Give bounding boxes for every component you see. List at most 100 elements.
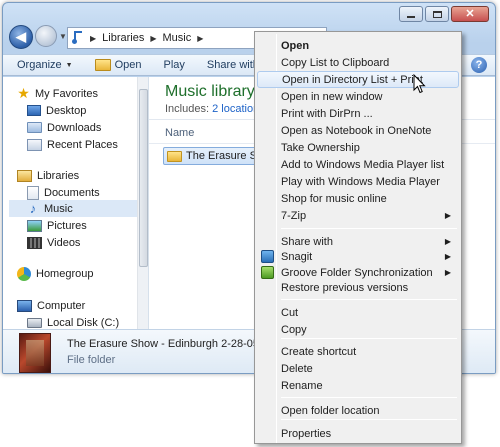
menu-item-copy[interactable]: Copy	[257, 321, 459, 338]
menu-item-shop-for-music-online[interactable]: Shop for music online	[257, 190, 459, 207]
breadcrumb-separator-icon[interactable]: ▶	[197, 34, 203, 43]
music-library-icon	[72, 31, 84, 45]
library-title: Music library	[165, 83, 255, 100]
close-icon: ✕	[465, 7, 475, 20]
libraries-header[interactable]: Libraries	[17, 167, 79, 184]
sidebar-item-label: Pictures	[47, 219, 87, 232]
sidebar-item-music[interactable]: ♪ Music	[9, 200, 137, 217]
maximize-icon	[432, 10, 442, 18]
menu-item-snagit[interactable]: Snagit ▶	[257, 248, 459, 265]
sidebar-item-homegroup[interactable]: Homegroup	[17, 265, 93, 282]
favorites-header-label: My Favorites	[35, 87, 98, 100]
menu-item-label: 7-Zip	[281, 209, 307, 222]
menu-item-copy-list-to-clipboard[interactable]: Copy List to Clipboard	[257, 54, 459, 71]
menu-item-label: Take Ownership	[281, 141, 360, 154]
menu-item-open-folder-location[interactable]: Open folder location	[257, 402, 459, 419]
maximize-button[interactable]	[425, 6, 449, 22]
navpane-scrollbar[interactable]	[137, 77, 148, 329]
menu-item-rename[interactable]: Rename	[257, 377, 459, 394]
help-icon[interactable]: ?	[471, 57, 487, 73]
menu-item-open-in-directory-list-print[interactable]: Open in Directory List + Print	[257, 71, 459, 88]
library-includes: Includes: 2 locations	[165, 103, 265, 115]
libraries-header-label: Libraries	[37, 169, 80, 182]
menu-item-print-with-dirprn[interactable]: Print with DirPrn ...	[257, 105, 459, 122]
breadcrumb-separator-icon[interactable]: ▶	[90, 34, 96, 43]
sidebar-item-desktop[interactable]: Desktop	[27, 102, 86, 119]
menu-item-label: Add to Windows Media Player list	[281, 158, 445, 171]
menu-separator	[281, 397, 457, 398]
menu-separator	[281, 228, 457, 229]
back-button[interactable]: ◀	[9, 25, 33, 49]
menu-item-label: Properties	[281, 427, 332, 440]
album-art-thumbnail	[19, 333, 51, 373]
menu-separator	[281, 299, 457, 300]
open-button[interactable]: Open	[94, 59, 142, 71]
column-header-name[interactable]: Name	[165, 127, 194, 139]
forward-button[interactable]	[35, 25, 57, 47]
star-icon: ★	[17, 85, 30, 101]
menu-item-restore-previous-versions[interactable]: Restore previous versions	[257, 279, 459, 296]
homegroup-icon	[17, 266, 31, 281]
sidebar-item-label: Local Disk (C:)	[47, 316, 120, 329]
sidebar-item-videos[interactable]: Videos	[27, 234, 80, 251]
play-button[interactable]: Play	[164, 59, 185, 71]
folder-icon	[94, 59, 111, 71]
menu-item-play-with-windows-media-player[interactable]: Play with Windows Media Player	[257, 173, 459, 190]
minimize-button[interactable]	[399, 6, 423, 22]
sidebar-item-recent-places[interactable]: Recent Places	[27, 136, 118, 153]
breadcrumb-libraries[interactable]: Libraries	[102, 32, 144, 44]
minimize-icon	[407, 16, 415, 18]
menu-item-label: Restore previous versions	[281, 281, 409, 294]
menu-item-label: Open in new window	[281, 90, 383, 103]
menu-item-open-in-new-window[interactable]: Open in new window	[257, 88, 459, 105]
breadcrumb-separator-icon[interactable]: ▶	[150, 34, 156, 43]
menu-item-label: Delete	[281, 362, 313, 375]
menu-item-label: Play with Windows Media Player	[281, 175, 440, 188]
libraries-icon	[17, 169, 32, 182]
menu-item-open-as-notebook-in-onenote[interactable]: Open as Notebook in OneNote	[257, 122, 459, 139]
menu-item-open[interactable]: Open	[257, 37, 459, 54]
menu-separator	[281, 338, 457, 339]
menu-item-create-shortcut[interactable]: Create shortcut	[257, 343, 459, 360]
documents-icon	[27, 185, 39, 200]
sidebar-item-computer[interactable]: Computer	[17, 297, 85, 314]
sidebar-item-label: Videos	[47, 236, 81, 249]
menu-item-label: Create shortcut	[281, 345, 357, 358]
submenu-arrow-icon: ▶	[444, 211, 451, 220]
play-label: Play	[163, 59, 185, 71]
menu-item-delete[interactable]: Delete	[257, 360, 459, 377]
sidebar-item-documents[interactable]: Documents	[27, 184, 100, 201]
submenu-arrow-icon: ▶	[444, 268, 451, 277]
includes-label: Includes:	[165, 103, 210, 115]
menu-item-cut[interactable]: Cut	[257, 304, 459, 321]
breadcrumb-music[interactable]: Music	[163, 32, 192, 44]
menu-item-take-ownership[interactable]: Take Ownership	[257, 139, 459, 156]
submenu-arrow-icon: ▶	[444, 252, 451, 261]
mouse-cursor-icon	[413, 74, 426, 94]
back-arrow-icon: ◀	[16, 29, 26, 44]
menu-separator	[281, 419, 457, 420]
details-title: The Erasure Show - Edinburgh 2-28-05 D	[67, 338, 270, 350]
menu-item-7-zip[interactable]: 7-Zip ▶	[257, 207, 459, 224]
sidebar-item-label: Computer	[37, 299, 86, 312]
favorites-header[interactable]: ★ My Favorites	[17, 85, 98, 102]
organize-label: Organize	[17, 59, 62, 71]
menu-item-properties[interactable]: Properties	[257, 425, 459, 442]
desktop-icon	[27, 105, 41, 116]
menu-item-label: Print with DirPrn ...	[281, 107, 373, 120]
scrollbar-thumb[interactable]	[139, 89, 148, 267]
organize-button[interactable]: Organize ▼	[17, 59, 73, 71]
downloads-folder-icon	[27, 122, 42, 133]
menu-item-label: Groove Folder Synchronization	[281, 266, 433, 279]
menu-item-add-to-windows-media-player-list[interactable]: Add to Windows Media Player list	[257, 156, 459, 173]
sidebar-item-pictures[interactable]: Pictures	[27, 217, 87, 234]
computer-icon	[17, 299, 32, 312]
recent-places-icon	[27, 138, 42, 151]
videos-icon	[27, 236, 42, 249]
sidebar-item-downloads[interactable]: Downloads	[27, 119, 101, 136]
open-label: Open	[114, 59, 142, 71]
music-note-icon: ♪	[29, 200, 37, 216]
groove-icon	[261, 266, 274, 279]
recent-pages-chevron-icon[interactable]: ▼	[59, 32, 67, 41]
close-button[interactable]: ✕	[451, 6, 489, 22]
